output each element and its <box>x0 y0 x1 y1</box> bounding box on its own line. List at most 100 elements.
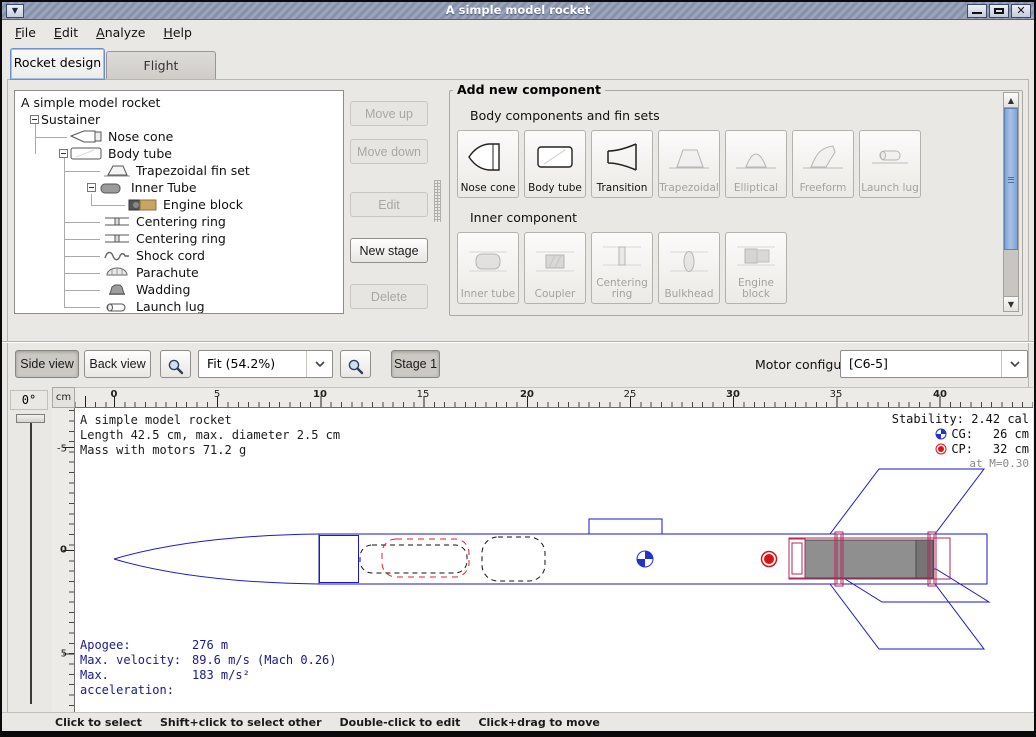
tree-item-launch-lug[interactable]: Launch lug <box>15 298 343 314</box>
body-tube-icon <box>532 131 578 183</box>
tree-item-centering-ring-1[interactable]: Centering ring <box>15 213 343 230</box>
add-launch-lug-button[interactable]: Launch lug <box>859 130 921 198</box>
tree-item-rocket[interactable]: A simple model rocket <box>15 94 343 111</box>
add-trapezoidal-fin-button[interactable]: Trapezoidal <box>658 130 720 198</box>
collapse-icon[interactable] <box>59 149 68 158</box>
inner-component-label: Inner component <box>470 210 577 225</box>
rocket-canvas[interactable]: A simple model rocket Length 42.5 cm, ma… <box>75 408 1033 713</box>
add-centering-ring-button[interactable]: Centering ring <box>591 232 653 304</box>
inner-tube-icon <box>465 233 511 289</box>
transition-icon <box>599 131 645 183</box>
edit-button[interactable]: Edit <box>350 192 428 217</box>
tree-item-centering-ring-2[interactable]: Centering ring <box>15 230 343 247</box>
ruler-unit-label: cm <box>52 387 75 408</box>
engine-block[interactable] <box>789 539 805 578</box>
add-bulkhead-button[interactable]: Bulkhead <box>658 232 720 304</box>
move-up-button[interactable]: Move up <box>350 101 428 126</box>
back-view-button[interactable]: Back view <box>84 350 151 378</box>
tree-item-nose-cone[interactable]: Nose cone <box>15 128 343 145</box>
tab-bar: Rocket design Flight simulations <box>2 45 1034 80</box>
add-engine-block-button[interactable]: Engine block <box>725 232 787 304</box>
add-transition-button[interactable]: Transition <box>591 130 653 198</box>
tree-item-shock-cord[interactable]: Shock cord <box>15 247 343 264</box>
add-coupler-button[interactable]: Coupler <box>524 232 586 304</box>
centering-ring-icon <box>103 215 131 228</box>
add-elliptical-fin-button[interactable]: Elliptical <box>725 130 787 198</box>
centering-ring-icon <box>599 233 645 278</box>
magnifier-icon <box>341 358 370 375</box>
nose-cone-icon <box>465 131 511 183</box>
move-down-button[interactable]: Move down <box>350 139 428 164</box>
nose-shoulder[interactable] <box>320 536 359 583</box>
fin-top[interactable] <box>830 469 984 534</box>
app-window: ▼ A simple model rocket ✕ File Edit Anal… <box>0 0 1036 737</box>
cg-marker <box>637 551 653 567</box>
collapse-icon[interactable] <box>87 183 96 192</box>
add-freeform-fin-button[interactable]: Freeform <box>792 130 854 198</box>
rotation-slider[interactable] <box>30 416 32 704</box>
tree-item-trapezoidal-fin-set[interactable]: Trapezoidal fin set <box>15 162 343 179</box>
splitter-handle[interactable] <box>434 180 441 222</box>
fin-bottom[interactable] <box>830 584 984 649</box>
trapezoidal-fin-icon <box>666 131 712 183</box>
scrollbar-thumb[interactable] <box>1004 108 1018 250</box>
collapse-icon[interactable] <box>30 115 39 124</box>
launch-lug[interactable] <box>589 519 662 534</box>
add-component-panel: Add new component Body components and fi… <box>445 82 1027 320</box>
add-inner-tube-button[interactable]: Inner tube <box>457 232 519 304</box>
inner-tube-icon <box>96 182 122 194</box>
stage-1-toggle[interactable]: Stage 1 <box>391 350 440 378</box>
rotation-slider-handle[interactable] <box>16 414 45 423</box>
title-bar[interactable]: ▼ A simple model rocket ✕ <box>2 2 1034 20</box>
launch-lug-icon <box>867 131 913 183</box>
tab-rocket-design[interactable]: Rocket design <box>10 48 105 80</box>
menu-edit[interactable]: Edit <box>45 23 87 42</box>
elliptical-fin-icon <box>733 131 779 183</box>
nose-cone-outline[interactable] <box>114 534 319 559</box>
zoom-out-button[interactable] <box>340 350 371 378</box>
chevron-down-icon <box>1001 351 1027 377</box>
horizontal-ruler: 0 5 10 15 20 25 30 35 40 <box>75 387 1033 408</box>
menu-help[interactable]: Help <box>154 23 201 42</box>
wadding[interactable] <box>482 537 545 581</box>
motor[interactable] <box>805 540 933 578</box>
tree-item-wadding[interactable]: Wadding <box>15 281 343 298</box>
new-stage-button[interactable]: New stage <box>350 238 428 263</box>
shock-cord-icon <box>103 249 131 262</box>
nose-cone-outline[interactable] <box>114 559 319 584</box>
close-button[interactable]: ✕ <box>1011 4 1031 18</box>
side-view-button[interactable]: Side view <box>15 350 79 378</box>
rotation-angle-field[interactable]: 0° <box>10 390 48 410</box>
scroll-down-icon[interactable]: ▼ <box>1004 296 1018 311</box>
minimize-button[interactable] <box>967 4 987 18</box>
delete-button[interactable]: Delete <box>350 284 428 309</box>
component-tree[interactable]: A simple model rocket Sustainer Nose con… <box>14 90 344 314</box>
add-body-tube-button[interactable]: Body tube <box>524 130 586 198</box>
menu-bar: File Edit Analyze Help <box>2 21 1034 44</box>
zoom-level-dropdown[interactable]: Fit (54.2%) <box>198 350 333 378</box>
maximize-button[interactable] <box>989 4 1009 18</box>
engine-block-icon <box>128 198 158 211</box>
parachute-icon <box>103 266 131 279</box>
scroll-up-icon[interactable]: ▲ <box>1004 93 1018 108</box>
tab-flight-simulations[interactable]: Flight simulations <box>106 51 216 80</box>
magnifier-icon <box>161 358 190 375</box>
hint-shift-click: Shift+click to select other <box>160 716 322 729</box>
tree-item-sustainer[interactable]: Sustainer <box>15 111 343 128</box>
component-panel-scrollbar[interactable]: ▲ ▼ <box>1003 92 1019 312</box>
motor-configuration-dropdown[interactable]: [C6-5] <box>840 350 1028 378</box>
hint-double-click: Double-click to edit <box>340 716 461 729</box>
tree-item-engine-block[interactable]: Engine block <box>15 196 343 213</box>
add-nose-cone-button[interactable]: Nose cone <box>457 130 519 198</box>
tree-item-body-tube[interactable]: Body tube <box>15 145 343 162</box>
trapezoidal-fin-icon <box>103 164 131 177</box>
zoom-in-button[interactable] <box>160 350 191 378</box>
coupler-icon <box>532 233 578 289</box>
shock-cord[interactable] <box>360 545 467 573</box>
menu-analyze[interactable]: Analyze <box>87 23 154 42</box>
launch-lug-icon <box>103 300 131 313</box>
window-title: A simple model rocket <box>2 3 1034 17</box>
tree-item-inner-tube[interactable]: Inner Tube <box>15 179 343 196</box>
menu-file[interactable]: File <box>6 23 45 42</box>
tree-item-parachute[interactable]: Parachute <box>15 264 343 281</box>
